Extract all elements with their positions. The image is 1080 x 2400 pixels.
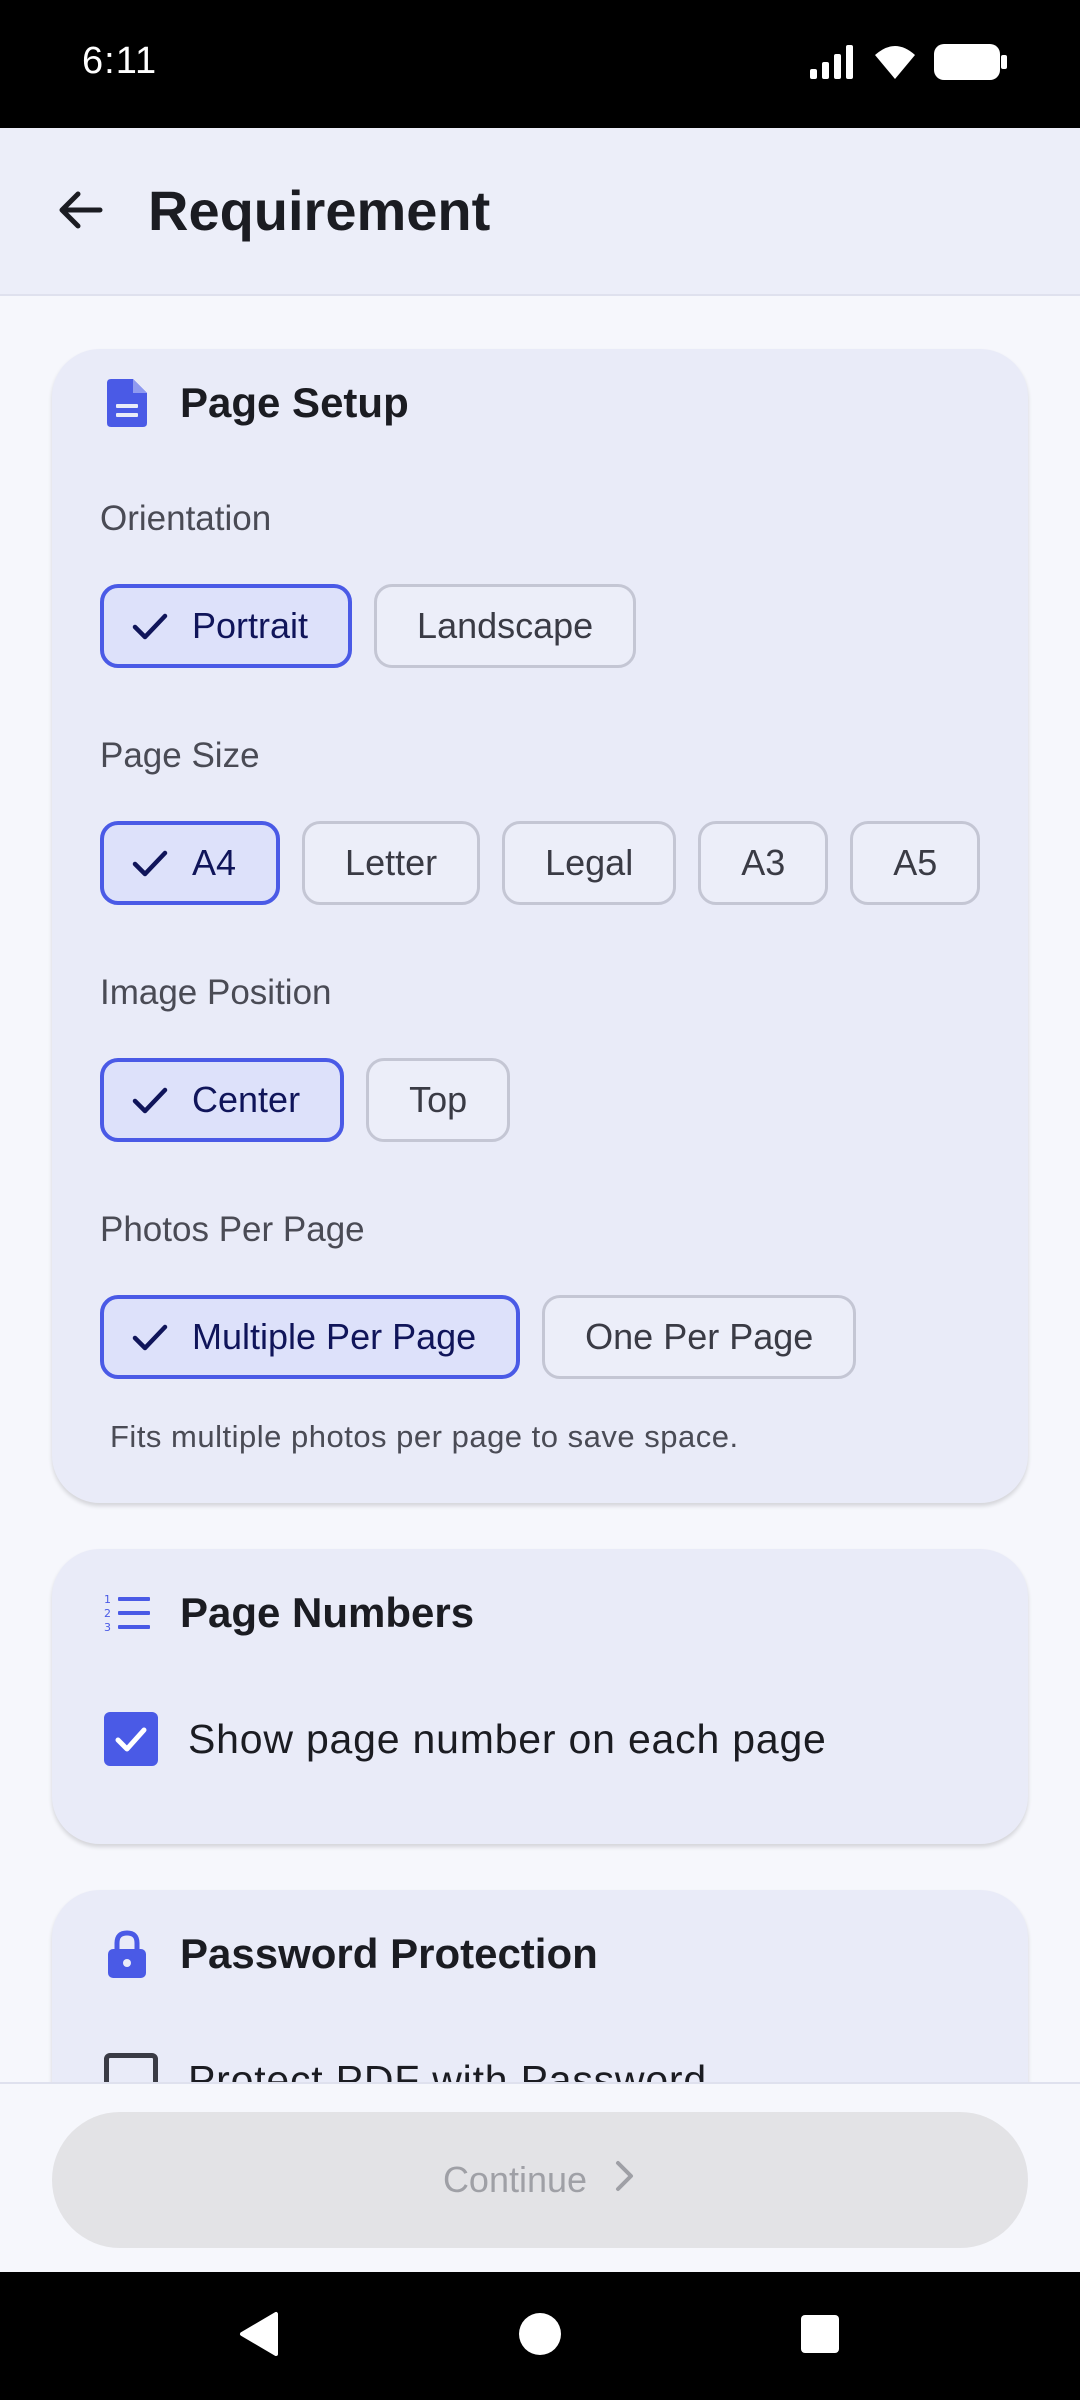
check-icon	[128, 604, 172, 648]
document-icon	[100, 376, 154, 430]
chip-label: A4	[192, 842, 237, 883]
lock-icon	[100, 1927, 154, 1981]
chip-legal[interactable]: Legal	[502, 821, 677, 905]
chip-label: Legal	[545, 842, 634, 883]
status-bar: 6:11	[0, 0, 1080, 128]
chip-multiple-per-page[interactable]: Multiple Per Page	[100, 1295, 521, 1379]
password-protection-card: Password Protection Protect PDF with Pas…	[52, 1890, 1028, 2082]
app-bar: Requirement	[0, 128, 1080, 296]
page-title: Requirement	[148, 179, 491, 242]
page-numbers-header: 123 Page Numbers	[100, 1583, 474, 1643]
check-icon	[128, 841, 172, 885]
page-setup-title: Page Setup	[180, 379, 409, 426]
photos-per-page-chips: Multiple Per Page One Per Page	[100, 1295, 857, 1379]
page-size-chips: A4 Letter Legal A3 A5	[100, 821, 981, 905]
chip-label: Letter	[345, 842, 438, 883]
bottom-action-area: Continue	[0, 2082, 1080, 2272]
protect-pdf-row[interactable]: Protect PDF with Password	[104, 2050, 707, 2082]
content-scroll[interactable]: Page Setup Orientation Portrait Landscap…	[0, 296, 1080, 2082]
orientation-chips: Portrait Landscape	[100, 584, 637, 668]
check-icon	[128, 1078, 172, 1122]
chip-label: Landscape	[417, 605, 594, 646]
show-page-number-row[interactable]: Show page number on each page	[104, 1709, 827, 1769]
square-recents-icon	[799, 2313, 841, 2360]
chip-portrait[interactable]: Portrait	[100, 584, 353, 668]
chip-a4[interactable]: A4	[100, 821, 281, 905]
svg-text:1: 1	[104, 1593, 111, 1606]
chip-label: A5	[893, 842, 938, 883]
chip-letter[interactable]: Letter	[302, 821, 481, 905]
page-setup-header: Page Setup	[100, 373, 409, 433]
orientation-label: Orientation	[100, 499, 272, 538]
signal-icon	[810, 44, 856, 84]
wifi-icon	[872, 43, 918, 86]
nav-back-button[interactable]	[178, 2272, 338, 2400]
chevron-right-icon	[613, 2159, 637, 2202]
photos-per-page-hint: Fits multiple photos per page to save sp…	[110, 1419, 739, 1454]
protect-pdf-checkbox[interactable]	[104, 2053, 158, 2082]
page-numbers-title: Page Numbers	[180, 1589, 475, 1636]
nav-recents-button[interactable]	[740, 2272, 900, 2400]
arrow-left-icon	[56, 186, 104, 239]
image-position-chips: Center Top	[100, 1058, 511, 1142]
page-size-label: Page Size	[100, 736, 260, 775]
chip-landscape[interactable]: Landscape	[374, 584, 637, 668]
chip-label: Center	[192, 1079, 301, 1120]
chip-center[interactable]: Center	[100, 1058, 345, 1142]
continue-label: Continue	[442, 2159, 588, 2200]
image-position-label: Image Position	[100, 973, 332, 1012]
triangle-back-icon	[236, 2310, 280, 2363]
show-page-number-label: Show page number on each page	[188, 1715, 827, 1762]
status-time: 6:11	[82, 40, 158, 82]
svg-text:3: 3	[104, 1621, 111, 1633]
chip-label: Multiple Per Page	[192, 1316, 477, 1357]
page-setup-card: Page Setup Orientation Portrait Landscap…	[52, 349, 1028, 1503]
circle-home-icon	[517, 2311, 563, 2362]
chip-top[interactable]: Top	[366, 1058, 511, 1142]
check-icon	[128, 1315, 172, 1359]
numbered-list-icon: 123	[100, 1586, 154, 1640]
status-icons	[810, 40, 1008, 88]
password-protection-title: Password Protection	[180, 1930, 598, 1977]
battery-icon	[934, 43, 1008, 85]
chip-label: One Per Page	[585, 1316, 814, 1357]
chip-label: A3	[741, 842, 786, 883]
chip-one-per-page[interactable]: One Per Page	[542, 1295, 857, 1379]
chip-label: Portrait	[192, 605, 309, 646]
chip-a5[interactable]: A5	[850, 821, 981, 905]
system-nav-bar	[0, 2272, 1080, 2400]
back-button[interactable]	[30, 162, 130, 262]
page-numbers-card: 123 Page Numbers Show page number on eac…	[52, 1549, 1028, 1844]
photos-per-page-label: Photos Per Page	[100, 1210, 365, 1249]
password-protection-header: Password Protection	[100, 1924, 598, 1984]
chip-a3[interactable]: A3	[698, 821, 829, 905]
chip-label: Top	[409, 1079, 468, 1120]
show-page-number-checkbox[interactable]	[104, 1712, 158, 1766]
protect-pdf-label: Protect PDF with Password	[188, 2056, 707, 2083]
svg-text:2: 2	[104, 1607, 111, 1620]
nav-home-button[interactable]	[460, 2272, 620, 2400]
continue-button[interactable]: Continue	[52, 2112, 1028, 2248]
